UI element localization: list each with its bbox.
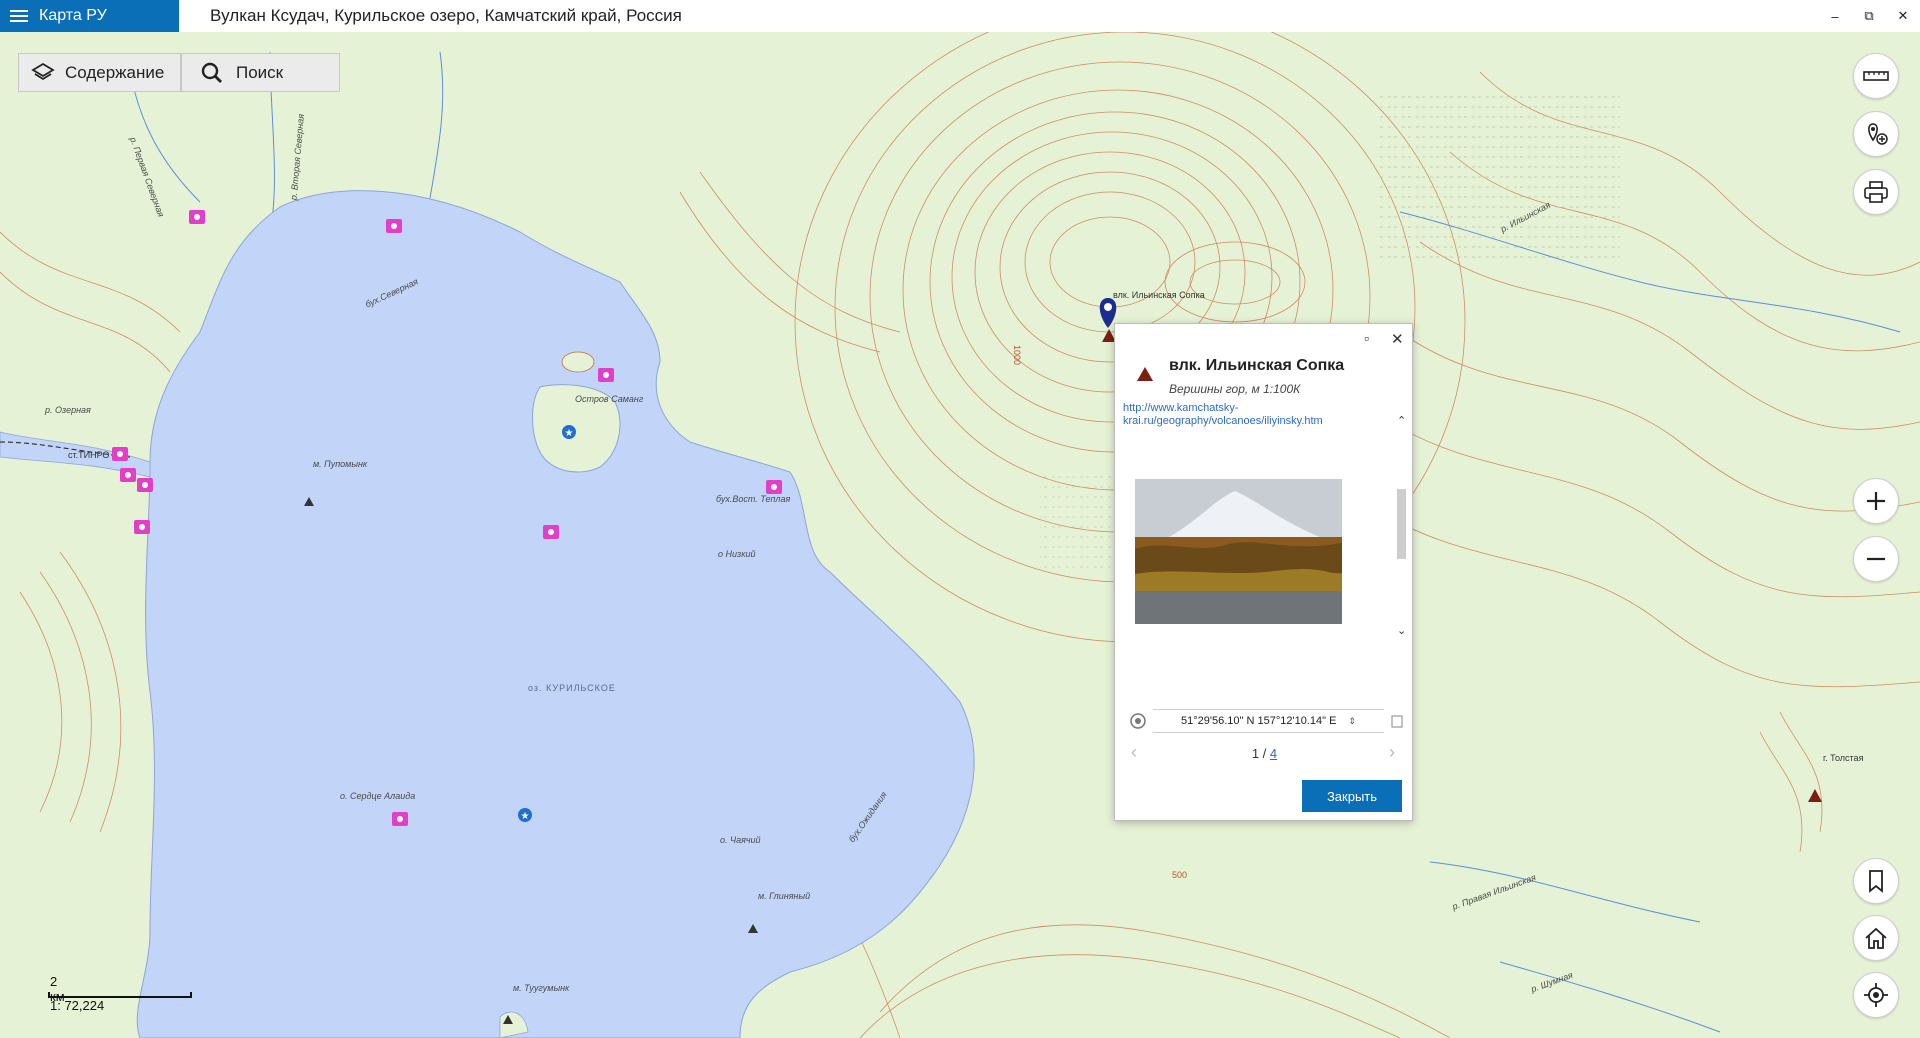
peak-icon (1137, 367, 1153, 381)
scale-ratio: 1: 72,224 (50, 998, 105, 1013)
contour-label-500: 500 (1172, 870, 1188, 880)
popup-close-icon[interactable]: ✕ (1391, 330, 1404, 348)
contents-button[interactable]: Содержание (18, 53, 181, 92)
mount-label-tolstaya: г. Толстая (1823, 753, 1864, 763)
island-label-serdtse: о. Сердце Алаида (340, 791, 416, 801)
scroll-thumb[interactable] (1397, 489, 1406, 559)
next-page-icon[interactable]: › (1389, 742, 1395, 763)
island-label-chayachiy: о. Чаячий (720, 835, 761, 845)
print-icon (1864, 181, 1888, 203)
search-label: Поиск (236, 62, 284, 82)
bookmark-icon (1869, 870, 1883, 893)
add-place-icon (1868, 123, 1888, 145)
app-name: Карта РУ (39, 7, 107, 24)
window-title: Вулкан Ксудач, Курильское озеро, Камчатс… (210, 6, 682, 25)
station-label: ст.ТИНРО (68, 450, 110, 460)
popup-link[interactable]: http://www.kamchatsky-krai.ru/geography/… (1123, 402, 1373, 428)
scroll-up-icon[interactable]: ⌃ (1397, 414, 1406, 427)
contour-label-1000: 1000 (1012, 344, 1023, 366)
river-label-ozernaya: р. Озерная (45, 405, 91, 415)
close-window-button[interactable]: ✕ (1886, 0, 1920, 32)
copy-icon[interactable] (1390, 714, 1404, 728)
topographic-map (0, 32, 1920, 1038)
window-controls: – ⧉ ✕ (1818, 0, 1920, 32)
add-place-button[interactable] (1853, 111, 1899, 157)
coordinates-value: 51°29'56.10" N 157°12'10.14" E (1181, 715, 1337, 727)
close-button[interactable]: Закрыть (1302, 780, 1402, 812)
map-canvas[interactable]: оз. КУРИЛЬСКОЕ ст.ТИНРО р. Озерная бух.С… (0, 32, 1920, 1038)
bay-label-vost-teplaya: бух.Вост. Теплая (716, 494, 791, 504)
target-icon[interactable] (1128, 711, 1148, 731)
contents-label: Содержание (65, 62, 165, 82)
hamburger-icon (10, 9, 28, 23)
title-bar: Карта РУ Вулкан Ксудач, Курильское озеро… (0, 0, 1920, 32)
search-icon (201, 62, 222, 83)
search-button[interactable]: Поиск (181, 53, 340, 92)
scroll-down-icon[interactable]: ⌄ (1397, 624, 1406, 637)
zoom-in-button[interactable] (1853, 478, 1899, 524)
cape-label-pupomyn: м. Пупомынк (313, 459, 368, 469)
home-icon (1865, 927, 1887, 949)
cape-label-tuugumynk: м. Туугумынк (513, 983, 570, 993)
print-button[interactable] (1853, 169, 1899, 215)
cape-label-glinyaniy: м. Глиняный (758, 891, 811, 901)
lake-label: оз. КУРИЛЬСКОЕ (528, 683, 616, 693)
popup-subtitle: Вершины гор, м 1:100К (1169, 382, 1301, 396)
zoom-in-icon (1867, 492, 1885, 510)
volcano-photo (1135, 479, 1342, 624)
pager-total-link[interactable]: 4 (1270, 746, 1277, 761)
zoom-out-icon (1867, 557, 1885, 561)
island-label-nizkiy: о Низкий (718, 549, 756, 559)
volcano-label: влк. Ильинская Сопка (1113, 290, 1205, 300)
app-menu-button[interactable]: Карта РУ (0, 0, 179, 32)
ruler-icon (1863, 71, 1889, 81)
feature-info-popup: ▫ ✕ влк. Ильинская Сопка Вершины гор, м … (1114, 323, 1413, 821)
pager-current: 1 / (1251, 746, 1270, 761)
top-toolbar: Содержание Поиск (18, 53, 340, 92)
bookmark-button[interactable] (1853, 858, 1899, 904)
locate-icon (1864, 983, 1888, 1007)
island-label-samang: Остров Саманг (575, 394, 644, 404)
coordinates-field[interactable]: 51°29'56.10" N 157°12'10.14" E ⇕ (1153, 709, 1384, 733)
minimize-button[interactable]: – (1818, 0, 1852, 32)
popup-scrollbar[interactable]: ⌃ ⌄ (1395, 414, 1408, 639)
restore-button[interactable]: ⧉ (1852, 0, 1886, 32)
zoom-out-button[interactable] (1853, 536, 1899, 582)
locate-button[interactable] (1853, 972, 1899, 1018)
home-button[interactable] (1853, 915, 1899, 961)
format-toggle-icon[interactable]: ⇕ (1348, 716, 1356, 727)
popup-title: влк. Ильинская Сопка (1169, 357, 1345, 374)
ruler-button[interactable] (1853, 53, 1899, 99)
pager: 1 / 4 (1115, 746, 1414, 761)
popup-maximize-button[interactable]: ▫ (1364, 330, 1369, 346)
layers-icon (31, 62, 55, 80)
